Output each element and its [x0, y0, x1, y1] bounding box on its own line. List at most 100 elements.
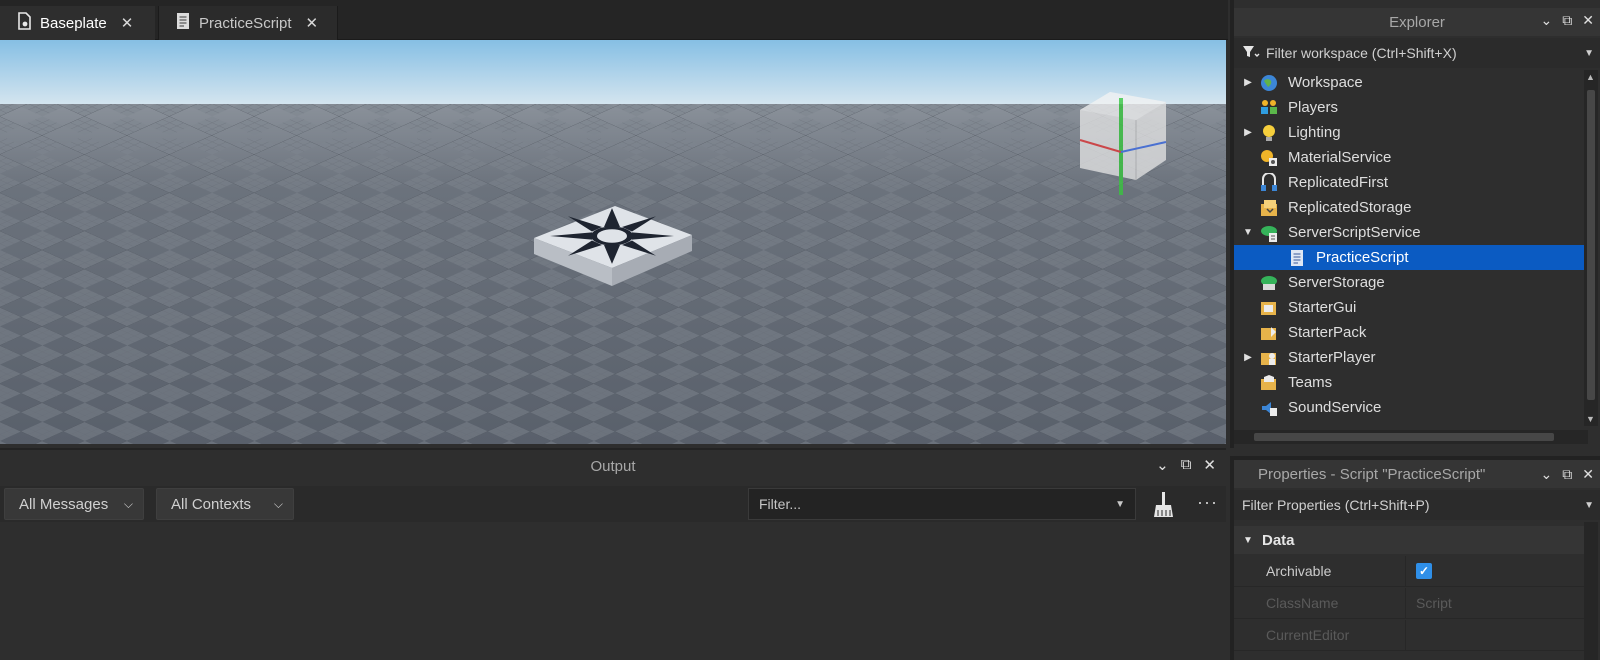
place-icon	[16, 12, 32, 34]
tab-baseplate[interactable]: Baseplate ✕	[0, 6, 155, 40]
server-script-service-icon	[1258, 223, 1280, 243]
close-icon[interactable]: ✕	[1203, 456, 1216, 474]
chevron-down-icon[interactable]: ⌄	[1541, 12, 1553, 29]
scroll-up-arrow-icon[interactable]: ▲	[1586, 72, 1595, 82]
close-icon[interactable]: ✕	[1582, 12, 1594, 29]
output-panel: Output ⌄ ⧉ ✕ All Messages ⌵ All Contexts…	[0, 448, 1226, 660]
tab-label: Baseplate	[40, 14, 107, 32]
material-service-icon	[1258, 148, 1280, 168]
script-icon	[1286, 248, 1308, 268]
tree-item-label: ServerScriptService	[1288, 224, 1421, 241]
tree-item-startergui[interactable]: StarterGui	[1234, 295, 1584, 320]
property-value: Script	[1416, 595, 1452, 611]
more-options-icon[interactable]: ···	[1197, 492, 1218, 513]
tree-item-teams[interactable]: Teams	[1234, 370, 1584, 395]
chevron-down-icon[interactable]: ⌄	[1541, 466, 1553, 483]
scrollbar-thumb[interactable]	[1254, 433, 1554, 441]
explorer-tree: ▶ Workspace Players ▶ Lighting MaterialS…	[1234, 70, 1584, 420]
chevron-down-icon[interactable]: ⌄	[1156, 456, 1169, 474]
starter-gui-icon	[1258, 298, 1280, 318]
tree-item-replicatedfirst[interactable]: ReplicatedFirst	[1234, 170, 1584, 195]
section-label: Data	[1262, 531, 1295, 549]
tree-item-workspace[interactable]: ▶ Workspace	[1234, 70, 1584, 95]
sky	[0, 40, 1226, 110]
sound-service-icon	[1258, 398, 1280, 418]
tree-item-label: ServerStorage	[1288, 274, 1385, 291]
dropdown-value: All Contexts	[171, 495, 252, 513]
properties-section-data[interactable]: ▼ Data	[1234, 526, 1584, 554]
undock-icon[interactable]: ⧉	[1562, 12, 1572, 29]
horizontal-scrollbar[interactable]	[1234, 430, 1588, 444]
tree-item-practicescript[interactable]: PracticeScript	[1234, 245, 1584, 270]
property-row-archivable[interactable]: Archivable ✓	[1234, 556, 1584, 587]
teams-icon	[1258, 373, 1280, 393]
replicated-first-icon	[1258, 172, 1280, 193]
tree-item-label: MaterialService	[1288, 149, 1392, 166]
close-icon[interactable]: ✕	[121, 14, 134, 32]
filter-icon	[1242, 45, 1260, 62]
script-icon	[175, 12, 191, 34]
tree-item-label: StarterPack	[1288, 324, 1367, 341]
clear-output-broom-icon[interactable]	[1150, 490, 1178, 520]
caret-down-icon[interactable]: ▼	[1584, 500, 1594, 511]
filter-placeholder: Filter...	[759, 496, 802, 512]
tree-item-soundservice[interactable]: SoundService	[1234, 395, 1584, 420]
contexts-dropdown[interactable]: All Contexts ⌵	[156, 488, 294, 520]
tree-item-serverscriptservice[interactable]: ▼ ServerScriptService	[1234, 220, 1584, 245]
workspace-icon	[1258, 73, 1280, 93]
expand-arrow-icon[interactable]: ▶	[1238, 352, 1258, 363]
vertical-scrollbar[interactable]	[1584, 522, 1598, 660]
lighting-icon	[1258, 123, 1280, 143]
output-toolbar: All Messages ⌵ All Contexts ⌵ Filter... …	[0, 486, 1226, 522]
property-name: Archivable	[1234, 556, 1406, 586]
panel-title: Output	[590, 457, 636, 475]
property-value[interactable]: ✓	[1406, 563, 1432, 579]
tree-item-label: Lighting	[1288, 124, 1341, 141]
tree-item-label: ReplicatedFirst	[1288, 174, 1389, 191]
tree-item-label: PracticeScript	[1316, 249, 1409, 266]
close-icon[interactable]: ✕	[1582, 466, 1594, 483]
properties-filter-input[interactable]: Filter Properties (Ctrl+Shift+P) ▼	[1234, 490, 1600, 520]
tree-item-starterplayer[interactable]: ▶ StarterPlayer	[1234, 345, 1584, 370]
properties-panel: Properties - Script "PracticeScript" ⌄ ⧉…	[1230, 456, 1600, 660]
archivable-checkbox[interactable]: ✓	[1416, 563, 1432, 579]
property-name: CurrentEditor	[1234, 620, 1406, 650]
tree-item-lighting[interactable]: ▶ Lighting	[1234, 120, 1584, 145]
players-icon	[1258, 98, 1280, 118]
collapse-arrow-icon[interactable]: ▼	[1234, 535, 1262, 546]
scroll-down-arrow-icon[interactable]: ▼	[1586, 414, 1595, 424]
tree-item-materialservice[interactable]: MaterialService	[1234, 145, 1584, 170]
tree-item-label: StarterPlayer	[1288, 349, 1376, 366]
server-storage-icon	[1258, 273, 1280, 293]
expand-arrow-icon[interactable]: ▶	[1238, 127, 1258, 138]
tree-item-serverstorage[interactable]: ServerStorage	[1234, 270, 1584, 295]
document-tab-bar: Baseplate ✕ PracticeScript ✕	[0, 0, 1228, 40]
tree-item-label: SoundService	[1288, 399, 1382, 416]
collapse-arrow-icon[interactable]: ▼	[1238, 227, 1258, 238]
tree-item-players[interactable]: Players	[1234, 95, 1584, 120]
property-row-classname[interactable]: ClassName Script	[1234, 588, 1584, 619]
tree-item-label: Players	[1288, 99, 1339, 116]
starter-player-icon	[1258, 348, 1280, 368]
undock-icon[interactable]: ⧉	[1181, 456, 1192, 474]
property-row-currenteditor[interactable]: CurrentEditor	[1234, 620, 1584, 651]
vertical-scrollbar[interactable]: ▲ ▼	[1584, 70, 1598, 426]
output-filter-input[interactable]: Filter... ▼	[748, 488, 1136, 520]
undock-icon[interactable]: ⧉	[1562, 466, 1572, 483]
messages-dropdown[interactable]: All Messages ⌵	[4, 488, 144, 520]
close-icon[interactable]: ✕	[306, 14, 319, 32]
caret-down-icon[interactable]: ▼	[1584, 48, 1594, 59]
3d-viewport[interactable]	[0, 40, 1226, 444]
replicated-storage-icon	[1258, 198, 1280, 218]
explorer-filter-input[interactable]: Filter workspace (Ctrl+Shift+X) ▼	[1234, 38, 1600, 68]
dropdown-value: All Messages	[19, 495, 109, 513]
tree-item-starterpack[interactable]: StarterPack	[1234, 320, 1584, 345]
tree-item-label: Workspace	[1288, 74, 1363, 91]
scrollbar-thumb[interactable]	[1587, 90, 1595, 400]
tree-item-replicatedstorage[interactable]: ReplicatedStorage	[1234, 195, 1584, 220]
property-name: ClassName	[1234, 588, 1406, 618]
caret-down-icon[interactable]: ▼	[1115, 499, 1125, 510]
tab-practicescript[interactable]: PracticeScript ✕	[158, 6, 338, 40]
expand-arrow-icon[interactable]: ▶	[1238, 77, 1258, 88]
filter-placeholder: Filter Properties (Ctrl+Shift+P)	[1242, 497, 1430, 513]
